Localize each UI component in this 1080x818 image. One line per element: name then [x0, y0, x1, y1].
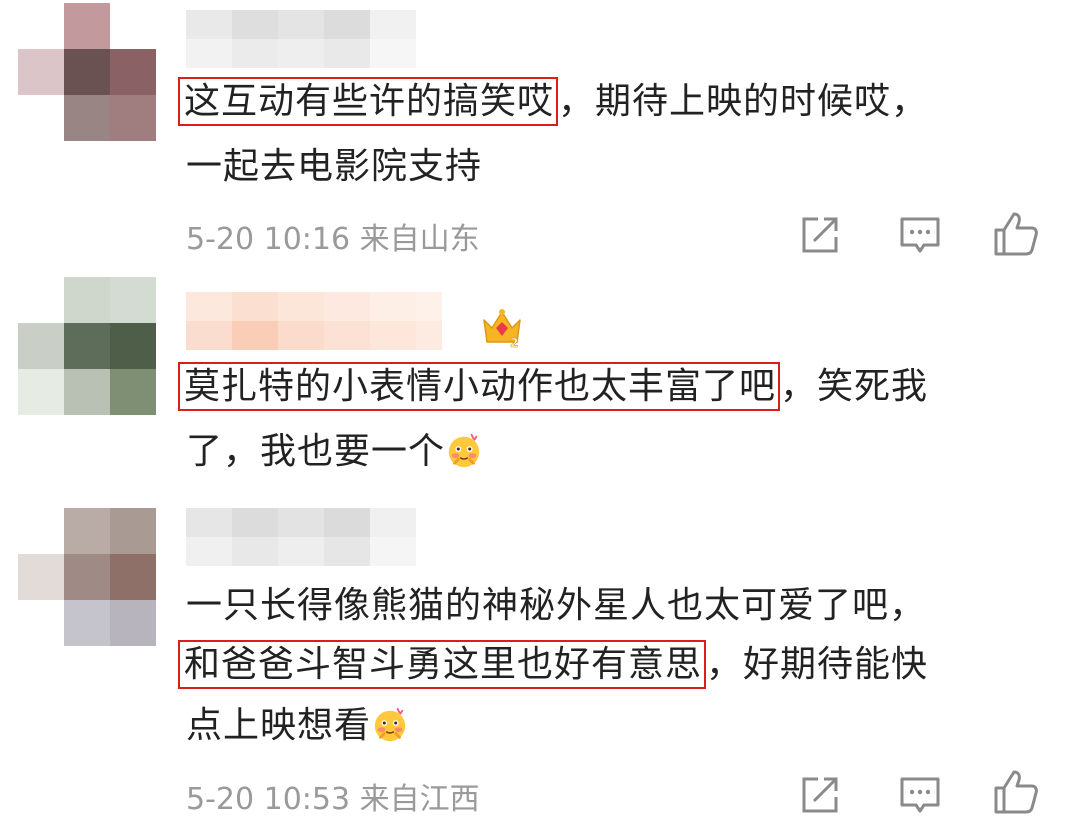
- highlight-box: 莫扎特的小表情小动作也太丰富了吧: [178, 362, 781, 411]
- like-icon[interactable]: [992, 210, 1040, 258]
- timestamp: 5-20 10:16: [186, 222, 351, 257]
- username-blurred[interactable]: [186, 292, 442, 350]
- share-icon[interactable]: [798, 213, 842, 257]
- comment-text-line: 点上映想看: [186, 702, 409, 750]
- blush-face-emoji: [374, 707, 406, 742]
- avatar[interactable]: [18, 277, 156, 415]
- like-icon[interactable]: [992, 768, 1040, 816]
- location: 来自江西: [359, 782, 480, 817]
- comment-meta: 5-20 10:53 来自江西: [186, 774, 480, 818]
- comment-text-line: 一起去电影院支持: [186, 146, 483, 187]
- comment-text-line: 和爸爸斗智斗勇这里也好有意思 ，好期待能快: [178, 640, 928, 689]
- username-blurred[interactable]: [186, 10, 416, 68]
- comment-icon[interactable]: [898, 773, 942, 817]
- highlight-box: 和爸爸斗智斗勇这里也好有意思: [178, 640, 707, 689]
- comment-text-line: 莫扎特的小表情小动作也太丰富了吧 ，笑死我: [178, 362, 928, 411]
- crown-level-2-icon: 2: [483, 309, 521, 348]
- comment-text-line: 一只长得像熊猫的神秘外星人也太可爱了吧，: [186, 585, 927, 626]
- highlight-box: 这互动有些许的搞笑哎: [178, 77, 559, 126]
- blush-face-emoji: [448, 433, 480, 468]
- comment-text-line: 了，我也要一个: [186, 428, 483, 476]
- avatar[interactable]: [18, 3, 156, 141]
- avatar[interactable]: [18, 508, 156, 646]
- username-blurred[interactable]: [186, 508, 416, 566]
- svg-text:2: 2: [510, 336, 518, 348]
- timestamp: 5-20 10:53: [186, 782, 351, 817]
- comment-text-line: 这互动有些许的搞笑哎 ，期待上映的时候哎，: [178, 77, 928, 126]
- comment-meta: 5-20 10:16 来自山东: [186, 214, 480, 258]
- location: 来自山东: [359, 222, 480, 257]
- comment-icon[interactable]: [898, 213, 942, 257]
- share-icon[interactable]: [798, 773, 842, 817]
